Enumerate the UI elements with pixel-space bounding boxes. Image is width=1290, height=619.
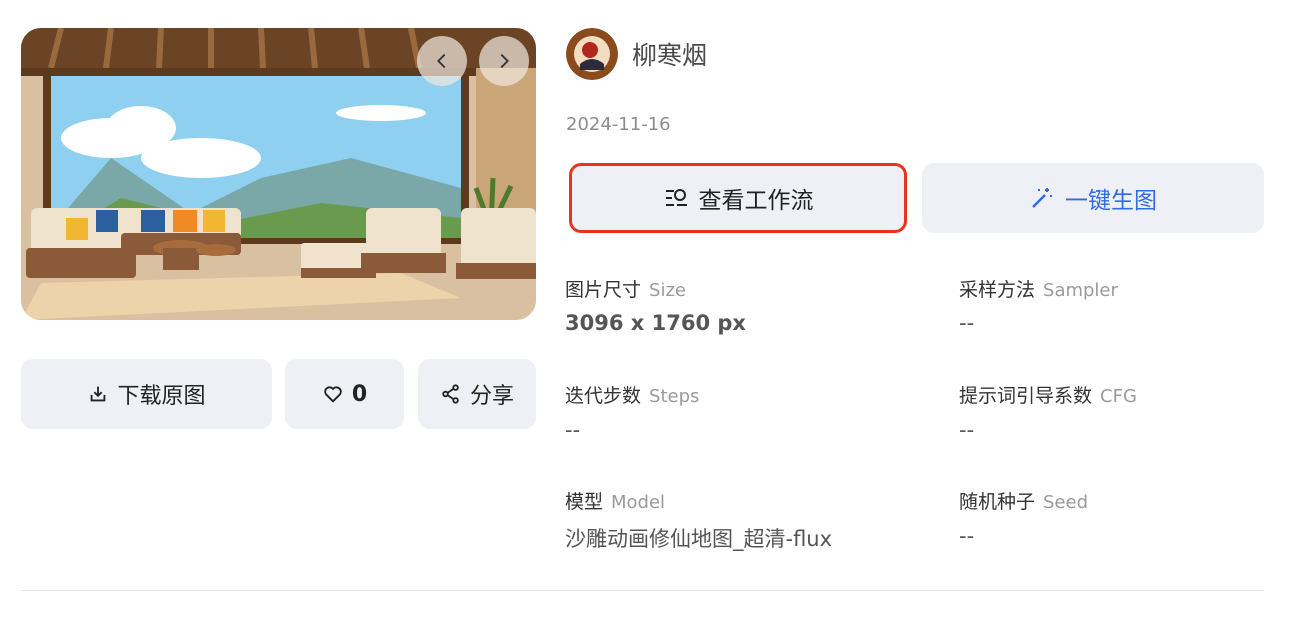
param-value-steps: --	[565, 418, 581, 442]
magic-wand-icon	[1032, 188, 1052, 208]
workflow-label: 查看工作流	[698, 188, 814, 214]
divider	[21, 590, 1263, 591]
param-label-sampler: 采样方法 Sampler	[959, 279, 1118, 301]
param-label-cfg: 提示词引导系数 CFG	[959, 385, 1137, 407]
download-button[interactable]: 下载原图	[21, 359, 272, 429]
next-image-button[interactable]	[479, 36, 529, 86]
param-label-seed: 随机种子 Seed	[959, 491, 1089, 513]
param-value-seed: --	[959, 524, 975, 548]
prev-image-button[interactable]	[417, 36, 467, 86]
like-button[interactable]: 0	[285, 359, 404, 429]
view-workflow-button[interactable]: 查看工作流	[569, 163, 907, 233]
heart-icon	[324, 386, 342, 403]
workflow-icon	[665, 189, 687, 206]
author-info: 柳寒烟	[566, 28, 707, 80]
publish-date: 2024-11-16	[566, 114, 671, 135]
share-icon	[442, 384, 459, 404]
preview-image[interactable]	[21, 28, 536, 320]
share-label: 分享	[469, 384, 514, 409]
generate-label: 一键生图	[1065, 188, 1157, 214]
param-label-size: 图片尺寸 Size	[565, 279, 686, 301]
param-value-cfg: --	[959, 418, 975, 442]
param-label-steps: 迭代步数 Steps	[565, 385, 700, 407]
share-button[interactable]: 分享	[418, 359, 536, 429]
avatar[interactable]	[566, 28, 618, 80]
param-value-sampler: --	[959, 311, 975, 335]
one-click-generate-button[interactable]: 一键生图	[922, 163, 1264, 233]
param-value-model[interactable]: 沙雕动画修仙地图_超清-flux	[565, 523, 832, 553]
download-label: 下载原图	[117, 384, 206, 409]
param-value-size: 3096 x 1760 px	[565, 311, 746, 335]
like-count: 0	[351, 381, 368, 407]
chevron-right-icon	[500, 53, 509, 69]
chevron-left-icon	[437, 53, 446, 69]
param-label-model: 模型 Model	[565, 491, 666, 513]
download-icon	[91, 386, 106, 402]
author-name[interactable]: 柳寒烟	[632, 36, 707, 72]
